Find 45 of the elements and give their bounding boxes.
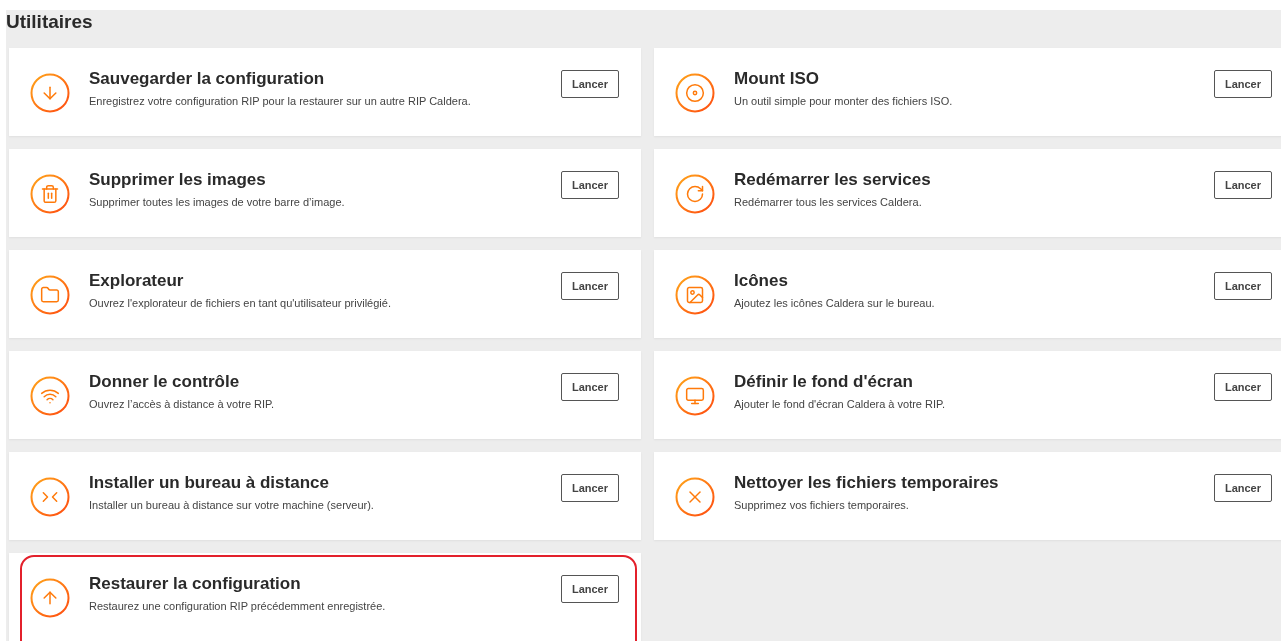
tool-title: Donner le contrôle: [89, 372, 241, 392]
disc-icon: [675, 73, 715, 113]
tool-description: Supprimer toutes les images de votre barre d’image.: [89, 196, 346, 208]
tool-title: Supprimer les images: [89, 170, 267, 190]
image-icon: [675, 275, 715, 315]
close-icon: [675, 477, 715, 517]
tool-description: Ajoutez les icônes Caldera sur le bureau.: [734, 297, 936, 309]
tool-title: Redémarrer les services: [734, 170, 932, 190]
launch-button[interactable]: Lancer: [1213, 70, 1272, 98]
tool-description: Un outil simple pour monter des fichiers ISO.: [734, 95, 954, 107]
tool-title: Icônes: [734, 271, 789, 291]
tool-title: Explorateur: [89, 271, 185, 291]
launch-button[interactable]: Lancer: [560, 272, 619, 300]
tool-title: Définir le fond d'écran: [734, 372, 914, 392]
launch-button[interactable]: Lancer: [1213, 171, 1272, 199]
tool-description: Ajouter le fond d'écran Caldera à votre RIP.: [734, 398, 947, 410]
wifi-icon: [30, 376, 70, 416]
launch-button[interactable]: Lancer: [560, 474, 619, 502]
arrows-icon: [30, 477, 70, 517]
tool-title: Restaurer la configuration: [89, 574, 302, 594]
tool-title: Nettoyer les fichiers temporaires: [734, 473, 1000, 493]
launch-button[interactable]: Lancer: [1213, 474, 1272, 502]
launch-button[interactable]: Lancer: [560, 70, 619, 98]
launch-button[interactable]: Lancer: [1213, 373, 1272, 401]
monitor-icon: [675, 376, 715, 416]
section-title: Utilitaires: [6, 10, 94, 34]
launch-button[interactable]: Lancer: [560, 575, 619, 603]
launch-button[interactable]: Lancer: [560, 373, 619, 401]
upload-icon: [30, 578, 70, 618]
tool-description: Supprimez vos fichiers temporaires.: [734, 499, 910, 511]
folder-icon: [30, 275, 70, 315]
tool-description: Redémarrer tous les services Caldera.: [734, 196, 923, 208]
refresh-icon: [675, 174, 715, 214]
tool-description: Restaurez une configuration RIP précédemment enregistrée.: [89, 600, 387, 612]
tool-title: Sauvegarder la configuration: [89, 69, 326, 89]
tool-description: Installer un bureau à distance sur votre machine (serveur).: [89, 499, 375, 511]
launch-button[interactable]: Lancer: [560, 171, 619, 199]
launch-button[interactable]: Lancer: [1213, 272, 1272, 300]
trash-icon: [30, 174, 70, 214]
tool-description: Ouvrez l'explorateur de fichiers en tant qu'utilisateur privilégié.: [89, 297, 392, 309]
tool-title: Mount ISO: [734, 69, 820, 89]
tool-description: Enregistrez votre configuration RIP pour la restaurer sur un autre RIP Caldera.: [89, 95, 472, 107]
tool-description: Ouvrez l’accès à distance à votre RIP.: [89, 398, 276, 410]
tool-title: Installer un bureau à distance: [89, 473, 330, 493]
download-icon: [30, 73, 70, 113]
